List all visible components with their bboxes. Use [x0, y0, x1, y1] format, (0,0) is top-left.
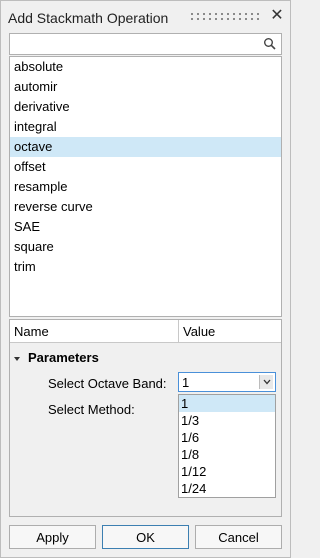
operation-item[interactable]: integral [10, 117, 281, 137]
operation-item[interactable]: automir [10, 77, 281, 97]
parameters-group-label: Parameters [28, 350, 99, 365]
search-field[interactable] [9, 33, 282, 55]
search-input[interactable] [10, 34, 258, 52]
apply-button[interactable]: Apply [9, 525, 96, 549]
operation-list[interactable]: absolute automir derivative integral octave o… [9, 56, 282, 317]
column-header-value[interactable]: Value [183, 324, 215, 339]
dropdown-option[interactable]: 1/24 [179, 480, 275, 497]
octave-band-dropdown[interactable]: 1 1/3 1/6 1/8 1/12 1/24 [178, 394, 276, 498]
octave-band-selected-value: 1 [182, 375, 190, 390]
operation-item[interactable]: reverse curve [10, 197, 281, 217]
operation-item[interactable]: resample [10, 177, 281, 197]
dropdown-option[interactable]: 1/3 [179, 412, 275, 429]
chevron-down-icon[interactable] [259, 375, 273, 389]
properties-header: Name Value [10, 320, 281, 343]
operation-item[interactable]: derivative [10, 97, 281, 117]
octave-band-label: Select Octave Band: [48, 376, 167, 391]
dropdown-option[interactable]: 1/6 [179, 429, 275, 446]
window-title: Add Stackmath Operation [8, 10, 169, 26]
dropdown-option[interactable]: 1/12 [179, 463, 275, 480]
operation-item[interactable]: offset [10, 157, 281, 177]
operation-item[interactable]: trim [10, 257, 281, 277]
title-bar[interactable]: Add Stackmath Operation ✕ [1, 1, 290, 31]
properties-panel: Name Value Parameters Select Octave Band… [9, 319, 282, 517]
operation-item[interactable]: absolute [10, 57, 281, 77]
drag-grip-icon[interactable] [191, 13, 259, 15]
dropdown-option[interactable]: 1/8 [179, 446, 275, 463]
column-divider[interactable] [178, 320, 179, 342]
search-icon[interactable] [263, 37, 277, 51]
button-bar: Apply OK Cancel [9, 525, 282, 549]
operation-item[interactable]: octave [10, 137, 281, 157]
ok-button[interactable]: OK [102, 525, 189, 549]
close-icon[interactable]: ✕ [269, 7, 285, 25]
octave-band-select[interactable]: 1 [178, 372, 276, 392]
operation-item[interactable]: square [10, 237, 281, 257]
column-header-name[interactable]: Name [14, 324, 49, 339]
dialog-window: Add Stackmath Operation ✕ absolute automi… [0, 0, 291, 558]
collapse-caret-icon[interactable] [14, 356, 20, 361]
parameters-group[interactable]: Parameters [14, 350, 99, 365]
dropdown-option[interactable]: 1 [179, 395, 275, 412]
cancel-button[interactable]: Cancel [195, 525, 282, 549]
method-label: Select Method: [48, 402, 135, 417]
operation-item[interactable]: SAE [10, 217, 281, 237]
